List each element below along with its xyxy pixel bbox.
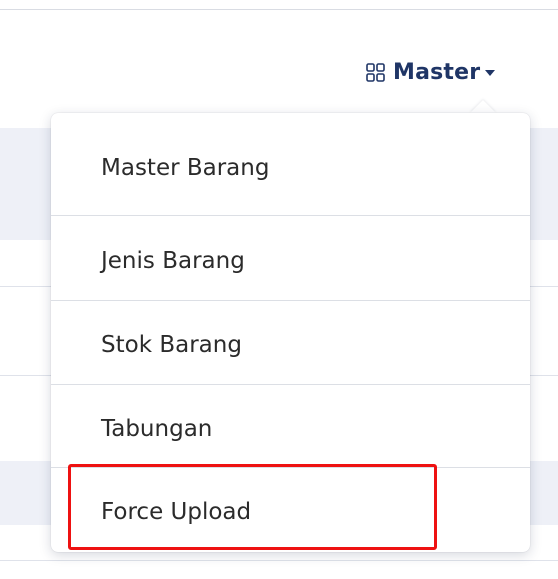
master-menu-toggle[interactable]: Master (366, 56, 496, 88)
dropdown-pointer (470, 100, 496, 113)
grid-icon (366, 62, 385, 82)
caret-down-icon (485, 70, 496, 76)
menu-divider (51, 300, 530, 301)
menu-item-label: Stok Barang (101, 332, 242, 358)
menu-item-stok-barang[interactable]: Stok Barang (51, 303, 530, 387)
header-divider (0, 9, 558, 10)
master-menu-label: Master (393, 59, 481, 85)
menu-item-label: Force Upload (101, 499, 252, 525)
menu-divider (51, 215, 530, 216)
background-divider (0, 560, 558, 561)
menu-item-jenis-barang[interactable]: Jenis Barang (51, 219, 530, 303)
menu-item-master-barang[interactable]: Master Barang (51, 126, 530, 210)
menu-item-label: Master Barang (101, 155, 270, 181)
menu-divider (51, 384, 530, 385)
menu-item-force-upload[interactable]: Force Upload (51, 470, 530, 554)
menu-item-label: Jenis Barang (101, 248, 245, 274)
page: Master Master Barang Jenis Barang Stok B… (0, 0, 558, 579)
menu-item-tabungan[interactable]: Tabungan (51, 387, 530, 471)
menu-divider (51, 467, 530, 468)
menu-item-label: Tabungan (101, 416, 213, 442)
master-dropdown-menu: Master Barang Jenis Barang Stok Barang T… (51, 113, 530, 552)
